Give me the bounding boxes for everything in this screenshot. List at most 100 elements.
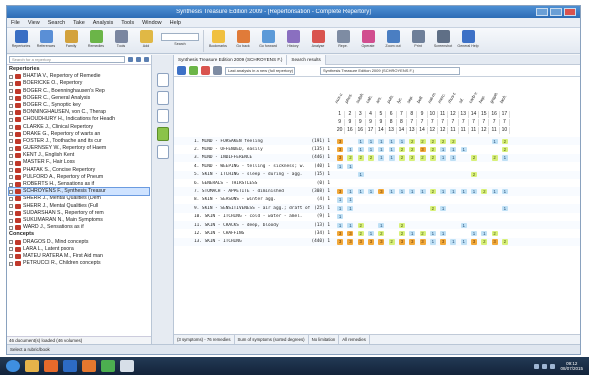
grade-cell[interactable]: 2 <box>366 154 376 161</box>
grade-cell[interactable]: 1 <box>479 230 489 237</box>
rubric-row[interactable]: 13. SKIN - ITCHING (440) 1333332333131132… <box>174 237 580 247</box>
grade-cell[interactable]: 2 <box>397 154 407 161</box>
grade-cell[interactable] <box>438 171 448 178</box>
grade-cell[interactable]: 2 <box>356 154 366 161</box>
repertory-item[interactable]: BHATIA V., Repertory of Remedie <box>9 73 149 80</box>
repertory-item[interactable]: PULFORD A., Repertory of Pneum <box>9 174 149 181</box>
grade-cell[interactable]: 3 <box>438 238 448 245</box>
rubric-row[interactable]: 10. SKIN - ITCHING - cold - water - amel… <box>174 213 580 221</box>
grade-cell[interactable] <box>366 171 376 178</box>
grade-cell[interactable] <box>479 138 489 145</box>
grade-cell[interactable]: 3 <box>335 154 345 161</box>
grade-cell[interactable]: 2 <box>500 146 510 153</box>
checkbox[interactable] <box>9 125 13 130</box>
grade-cell[interactable] <box>469 146 479 153</box>
repertory-item[interactable]: SUDARSHAN S., Repertory of rem <box>9 210 149 217</box>
grade-cell[interactable] <box>376 171 386 178</box>
rubric-row[interactable]: 4. MIND - WEEPING - telling - sickness; … <box>174 162 580 170</box>
grade-cell[interactable] <box>417 205 427 212</box>
grade-cell[interactable] <box>500 180 510 187</box>
grade-cell[interactable] <box>407 180 417 187</box>
repertory-item[interactable]: SHERR J., Mental Qualities (Full <box>9 203 149 210</box>
repertory-item[interactable]: WARD J., Sensations as if <box>9 224 149 231</box>
grade-cell[interactable] <box>448 205 458 212</box>
grade-cell[interactable]: 1 <box>469 188 479 195</box>
taskbar-clock[interactable]: 09:12 08/07/2015 <box>560 361 583 371</box>
remedy-header[interactable]: carb-v. <box>468 90 479 104</box>
grade-cell[interactable] <box>345 138 355 145</box>
grade-cell[interactable]: 1 <box>469 230 479 237</box>
grade-cell[interactable] <box>479 196 489 203</box>
grade-cell[interactable]: 1 <box>366 138 376 145</box>
grade-cell[interactable]: 2 <box>397 222 407 229</box>
grade-cell[interactable] <box>366 163 376 170</box>
remedy-header[interactable]: hep. <box>478 94 487 104</box>
grade-cell[interactable] <box>479 146 489 153</box>
tree-group-repertories[interactable]: Repertories <box>9 66 149 73</box>
grade-cell[interactable] <box>397 205 407 212</box>
grade-cell[interactable]: 2 <box>356 230 366 237</box>
grade-cell[interactable]: 3 <box>335 138 345 145</box>
concept-item[interactable]: DRAGOS D., Mind concepts <box>9 239 149 246</box>
grade-cell[interactable] <box>500 171 510 178</box>
checkbox[interactable] <box>9 81 13 86</box>
grade-cell[interactable]: 1 <box>376 146 386 153</box>
remedy-header[interactable]: merc. <box>437 92 447 104</box>
checkbox[interactable] <box>9 132 13 137</box>
toolbar-search[interactable]: Search <box>160 30 200 46</box>
checkbox[interactable] <box>9 110 13 115</box>
checkbox[interactable] <box>9 96 13 101</box>
remedy-header[interactable]: sep. <box>406 94 414 104</box>
grade-cell[interactable]: 2 <box>407 146 417 153</box>
grade-cell[interactable]: 2 <box>469 154 479 161</box>
status-limitation[interactable]: No limitation <box>309 334 340 345</box>
remedy-header[interactable]: bell. <box>416 95 424 104</box>
checkbox[interactable] <box>9 103 13 108</box>
grade-cell[interactable]: 3 <box>407 238 417 245</box>
grade-cell[interactable] <box>500 196 510 203</box>
repertory-item[interactable]: SHERR J., Mental Qualities (Dem <box>9 195 149 202</box>
grade-cell[interactable] <box>500 213 510 220</box>
grade-cell[interactable]: 2 <box>500 138 510 145</box>
grade-cell[interactable]: 3 <box>335 230 345 237</box>
repertory-item[interactable]: PHATAK S., Concise Repertory <box>9 167 149 174</box>
grade-cell[interactable] <box>386 213 396 220</box>
grade-cell[interactable]: 1 <box>345 146 355 153</box>
toolbar-references-button[interactable]: References <box>35 30 57 48</box>
grade-cell[interactable]: 2 <box>489 230 499 237</box>
grade-cell[interactable]: 2 <box>500 238 510 245</box>
grade-cell[interactable]: 1 <box>356 138 366 145</box>
toolbar-analyse-button[interactable]: Analyse <box>307 30 329 48</box>
grade-cell[interactable] <box>356 196 366 203</box>
grade-cell[interactable]: 1 <box>345 205 355 212</box>
grade-cell[interactable] <box>386 222 396 229</box>
grade-cell[interactable] <box>479 205 489 212</box>
rubric-row[interactable]: 8. SKIN - SEASONS - winter agg. (4) 111 <box>174 196 580 204</box>
checkbox[interactable] <box>9 182 13 187</box>
grade-cell[interactable]: 1 <box>500 205 510 212</box>
grade-cell[interactable]: 1 <box>438 188 448 195</box>
repertory-item[interactable]: BOERICKE O., Repertory <box>9 80 149 87</box>
grade-cell[interactable]: 3 <box>335 238 345 245</box>
repertory-item[interactable]: GUERNSEY W., Repertory of Haem <box>9 145 149 152</box>
clipboard-3-icon[interactable] <box>156 109 169 123</box>
grade-cell[interactable] <box>397 180 407 187</box>
grade-cell[interactable] <box>376 180 386 187</box>
status-remedies[interactable]: All remedies <box>339 334 370 345</box>
tree-group-concepts[interactable]: Concepts <box>9 231 149 238</box>
grade-cell[interactable]: 1 <box>345 196 355 203</box>
checkbox[interactable] <box>9 254 13 259</box>
rubric-row[interactable]: 7. STOMACH - APPETITE - diminished (308) … <box>174 187 580 196</box>
tab-synthesis[interactable]: Synthesis Treasure Edition 2009 (SCHROYE… <box>174 54 288 65</box>
grade-cell[interactable] <box>500 230 510 237</box>
grade-cell[interactable]: 2 <box>345 154 355 161</box>
grade-cell[interactable] <box>366 222 376 229</box>
repertory-item[interactable]: SCHROYENS F., Synthesis Treasur <box>8 187 150 197</box>
remedy-header[interactable]: ars. <box>375 95 383 104</box>
grade-cell[interactable] <box>479 171 489 178</box>
grade-cell[interactable]: 2 <box>448 138 458 145</box>
repertory-item[interactable]: BOGER C., General Analysis <box>9 95 149 102</box>
grade-cell[interactable]: 1 <box>459 238 469 245</box>
menu-item-search[interactable]: Search <box>48 20 65 26</box>
menu-item-help[interactable]: Help <box>170 20 181 26</box>
